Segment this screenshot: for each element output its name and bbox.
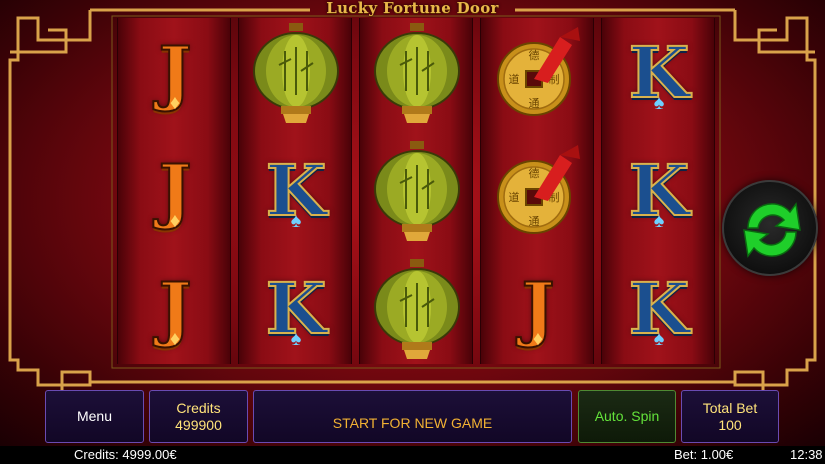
message-panel[interactable]: START FOR NEW GAME [253,390,572,443]
start-message: START FOR NEW GAME [332,415,493,431]
status-time: 12:38 [790,447,823,462]
spin-button[interactable] [722,180,818,276]
reel-area: J ♦ J ♦ J ♦ K ♠ K ♠ 德 通 道 制 德 通 道 制 J ♦ … [117,18,717,364]
autospin-button[interactable]: Auto. Spin [578,390,676,443]
reel-1: J ♦ J ♦ J ♦ [117,18,231,364]
lantern-icon [374,259,460,359]
status-credits: Credits: 4999.00€ [74,447,177,462]
lantern-icon [374,141,460,241]
symbol-k: K ♠ [239,254,353,364]
spade-icon: ♠ [653,92,665,114]
diamond-icon: ♦ [169,92,181,114]
game-stage: Lucky Fortune Door J ♦ J ♦ J ♦ K ♠ K ♠ 德… [0,0,825,446]
totalbet-label: Total Bet [702,399,758,416]
svg-text:通: 通 [529,215,540,228]
symbol-coin: 德 通 道 制 [481,18,595,128]
svg-text:道: 道 [509,190,520,204]
reel-4: 德 通 道 制 德 通 道 制 J ♦ [480,18,594,364]
diamond-icon: ♦ [532,328,544,350]
coin-icon: 德 通 道 制 [497,145,580,234]
status-bet: Bet: 1.00€ [674,447,734,462]
svg-text:通: 通 [529,97,540,110]
svg-text:德: 德 [529,48,540,62]
symbol-lantern [360,136,474,246]
totalbet-value: 100 [718,416,742,433]
reel-3 [359,18,473,364]
svg-text:道: 道 [509,72,520,86]
spade-icon: ♠ [290,328,302,350]
diamond-icon: ♦ [169,210,181,232]
symbol-j: J ♦ [118,254,232,364]
symbol-k: K ♠ [239,136,353,246]
diamond-icon: ♦ [169,328,181,350]
credits-value: 499900 [175,416,222,433]
status-bar: Credits: 4999.00€ Bet: 1.00€ 12:38 [0,446,825,464]
symbol-j: J ♦ [118,18,232,128]
symbol-j: J ♦ [481,254,595,364]
lantern-icon [374,23,460,123]
symbol-k: K ♠ [602,18,716,128]
symbol-lantern [360,254,474,364]
credits-panel: Credits 499900 [149,390,248,443]
totalbet-panel[interactable]: Total Bet 100 [681,390,779,443]
reel-5: K ♠ K ♠ K ♠ [601,18,715,364]
symbol-lantern [360,18,474,128]
symbol-coin: 德 通 道 制 [481,136,595,246]
spade-icon: ♠ [290,210,302,232]
autospin-label: Auto. Spin [594,408,660,424]
credits-label: Credits [176,399,221,416]
symbol-j: J ♦ [118,136,232,246]
spade-icon: ♠ [653,210,665,232]
game-title: Lucky Fortune Door [326,0,499,17]
svg-text:德: 德 [529,166,540,180]
coin-icon: 德 通 道 制 [497,27,580,116]
symbol-lantern [239,18,353,128]
lantern-icon [253,23,339,123]
symbol-k: K ♠ [602,254,716,364]
menu-button[interactable]: Menu [45,390,144,443]
reel-2: K ♠ K ♠ [238,18,352,364]
menu-label: Menu [76,408,113,424]
spade-icon: ♠ [653,328,665,350]
refresh-arrows-icon [743,202,801,258]
symbol-k: K ♠ [602,136,716,246]
